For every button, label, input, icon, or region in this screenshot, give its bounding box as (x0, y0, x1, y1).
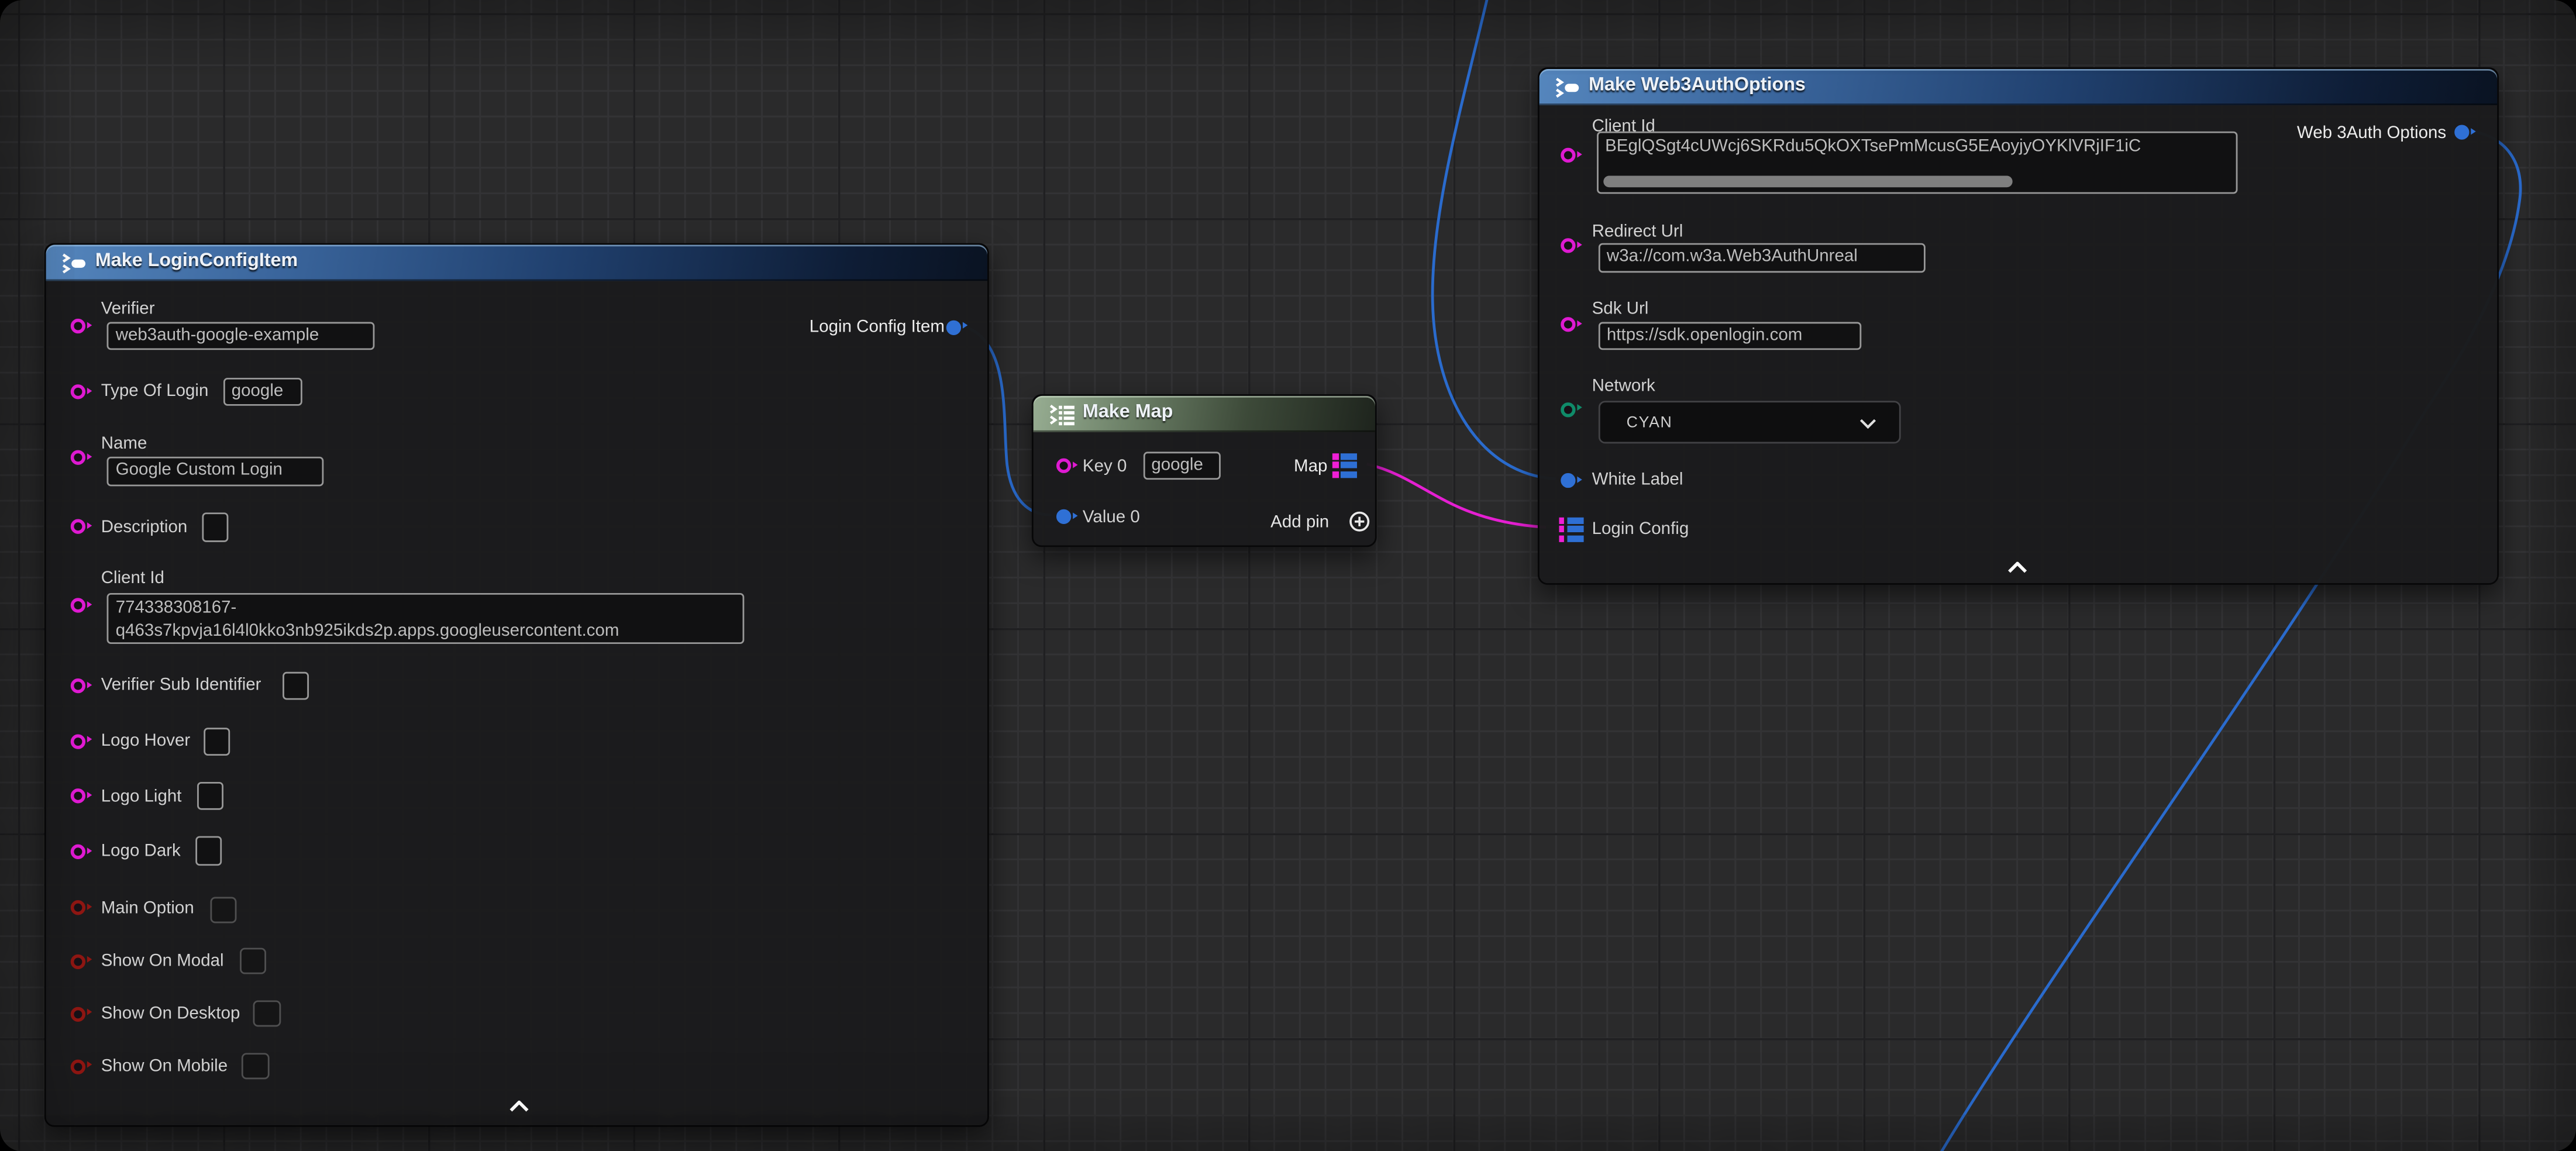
pin-main-option[interactable] (71, 901, 85, 915)
pin-description[interactable] (71, 519, 85, 534)
checkbox-show-on-mobile[interactable] (242, 1053, 270, 1079)
collapse-chevron-icon[interactable] (508, 1101, 528, 1112)
field-label-description: Description (101, 517, 188, 537)
input-logo-dark[interactable] (195, 837, 222, 866)
node-make-map: Make Map Key 0 google Map Value 0 Add pi… (1032, 394, 1377, 547)
output-pin-login-config-item[interactable] (946, 319, 961, 334)
chevron-down-icon (1859, 419, 1875, 429)
input-client-id[interactable]: BEglQSgt4cUWcj6SKRdu5QkOXTsePmMcusG5EAoy… (1597, 132, 2237, 194)
field-label-network: Network (1592, 377, 1655, 397)
pin-verifier-sub-identifier[interactable] (71, 678, 85, 692)
field-label-client-id: Client Id (101, 569, 164, 589)
field-label-show-on-desktop: Show On Desktop (101, 1004, 240, 1024)
output-pin-web3auth-options[interactable] (2455, 125, 2470, 139)
client-id-scrollbar[interactable] (1603, 177, 2012, 188)
collapse-chevron-icon[interactable] (2007, 562, 2027, 574)
input-description[interactable] (202, 512, 229, 542)
field-label-key-0: Key 0 (1083, 456, 1127, 475)
output-pin-label-map: Map (1294, 456, 1327, 475)
pin-show-on-modal[interactable] (71, 953, 85, 968)
pin-show-on-mobile[interactable] (71, 1059, 85, 1073)
node-make-web3authoptions: Make Web3AuthOptions Web 3Auth Options C… (1538, 67, 2499, 585)
input-verifier-sub-identifier[interactable] (283, 671, 309, 701)
field-label-show-on-modal: Show On Modal (101, 951, 224, 971)
input-sdk-url[interactable]: https://sdk.openlogin.com (1599, 321, 1861, 350)
field-label-value-0: Value 0 (1083, 506, 1140, 526)
field-label-verifier: Verifier (101, 299, 155, 319)
pin-sdk-url[interactable] (1561, 317, 1575, 332)
pin-white-label[interactable] (1561, 473, 1575, 487)
pin-verifier[interactable] (71, 319, 85, 333)
input-logo-light[interactable] (198, 781, 223, 810)
make-struct-icon (1554, 77, 1580, 99)
pin-key-0[interactable] (1056, 459, 1070, 473)
pin-name[interactable] (71, 451, 85, 466)
pin-show-on-desktop[interactable] (71, 1006, 85, 1021)
field-label-sdk-url: Sdk Url (1592, 299, 1649, 319)
field-label-white-label: White Label (1592, 470, 1683, 490)
field-label-name: Name (101, 433, 147, 453)
pin-redirect-url[interactable] (1561, 239, 1575, 253)
field-label-logo-hover: Logo Hover (101, 731, 191, 751)
input-verifier[interactable]: web3auth-google-example (108, 322, 376, 350)
output-pin-label-login-config-item: Login Config Item (810, 317, 945, 337)
add-pin-icon[interactable] (1349, 511, 1370, 533)
field-label-verifier-sub-identifier: Verifier Sub Identifier (101, 676, 261, 695)
input-redirect-url[interactable]: w3a://com.w3a.Web3AuthUnreal (1599, 243, 1926, 273)
map-pin-icon-login-config[interactable] (1558, 518, 1583, 542)
node-title: Make Map (1083, 402, 1173, 422)
node-header-make-web3authoptions[interactable]: Make Web3AuthOptions (1540, 69, 2497, 104)
input-type-of-login[interactable]: google (223, 378, 302, 406)
field-label-logo-dark: Logo Dark (101, 842, 181, 861)
input-logo-hover[interactable] (203, 727, 229, 755)
pin-value-0[interactable] (1056, 509, 1070, 524)
client-id-text: BEglQSgt4cUWcj6SKRdu5QkOXTsePmMcusG5EAoy… (1605, 137, 2233, 157)
node-title: Make Web3AuthOptions (1589, 75, 1806, 95)
node-header-make-loginconfigitem[interactable]: Make LoginConfigItem (46, 244, 987, 281)
field-label-logo-light: Logo Light (101, 786, 182, 806)
field-label-login-config: Login Config (1592, 519, 1689, 539)
pin-logo-dark[interactable] (71, 844, 85, 859)
pin-client-id[interactable] (71, 598, 85, 613)
pin-type-of-login[interactable] (71, 384, 85, 399)
add-pin-label: Add pin (1270, 512, 1329, 532)
field-label-main-option: Main Option (101, 898, 194, 918)
network-selected-value: CYAN (1627, 414, 1673, 432)
network-dropdown[interactable]: CYAN (1599, 401, 1900, 443)
blueprint-graph-canvas[interactable]: Make LoginConfigItem Login Config Item V… (0, 0, 2576, 1151)
input-name[interactable]: Google Custom Login (108, 456, 323, 486)
output-pin-label-web3auth-options: Web 3Auth Options (2297, 122, 2446, 142)
node-make-loginconfigitem: Make LoginConfigItem Login Config Item V… (44, 243, 989, 1127)
pin-client-id[interactable] (1561, 148, 1575, 163)
pin-logo-hover[interactable] (71, 733, 85, 748)
field-label-show-on-mobile: Show On Mobile (101, 1056, 228, 1076)
wire-map-to-loginconfig (1367, 464, 1546, 527)
field-label-type-of-login: Type Of Login (101, 382, 209, 402)
make-map-icon (1048, 404, 1076, 426)
input-key-0[interactable]: google (1143, 451, 1221, 480)
checkbox-show-on-desktop[interactable] (253, 1000, 281, 1026)
field-label-redirect-url: Redirect Url (1592, 222, 1683, 242)
node-header-make-map[interactable]: Make Map (1034, 396, 1375, 432)
checkbox-main-option[interactable] (211, 898, 237, 923)
make-struct-icon (61, 253, 87, 275)
input-client-id[interactable]: 774338308167- q463s7kpvja16l4l0kko3nb925… (108, 592, 745, 645)
pin-logo-light[interactable] (71, 789, 85, 804)
blueprint-editor: Make LoginConfigItem Login Config Item V… (0, 0, 2576, 1151)
checkbox-show-on-modal[interactable] (240, 948, 267, 974)
map-pin-icon[interactable] (1332, 453, 1358, 478)
pin-network[interactable] (1561, 402, 1575, 416)
node-title: Make LoginConfigItem (95, 251, 298, 271)
